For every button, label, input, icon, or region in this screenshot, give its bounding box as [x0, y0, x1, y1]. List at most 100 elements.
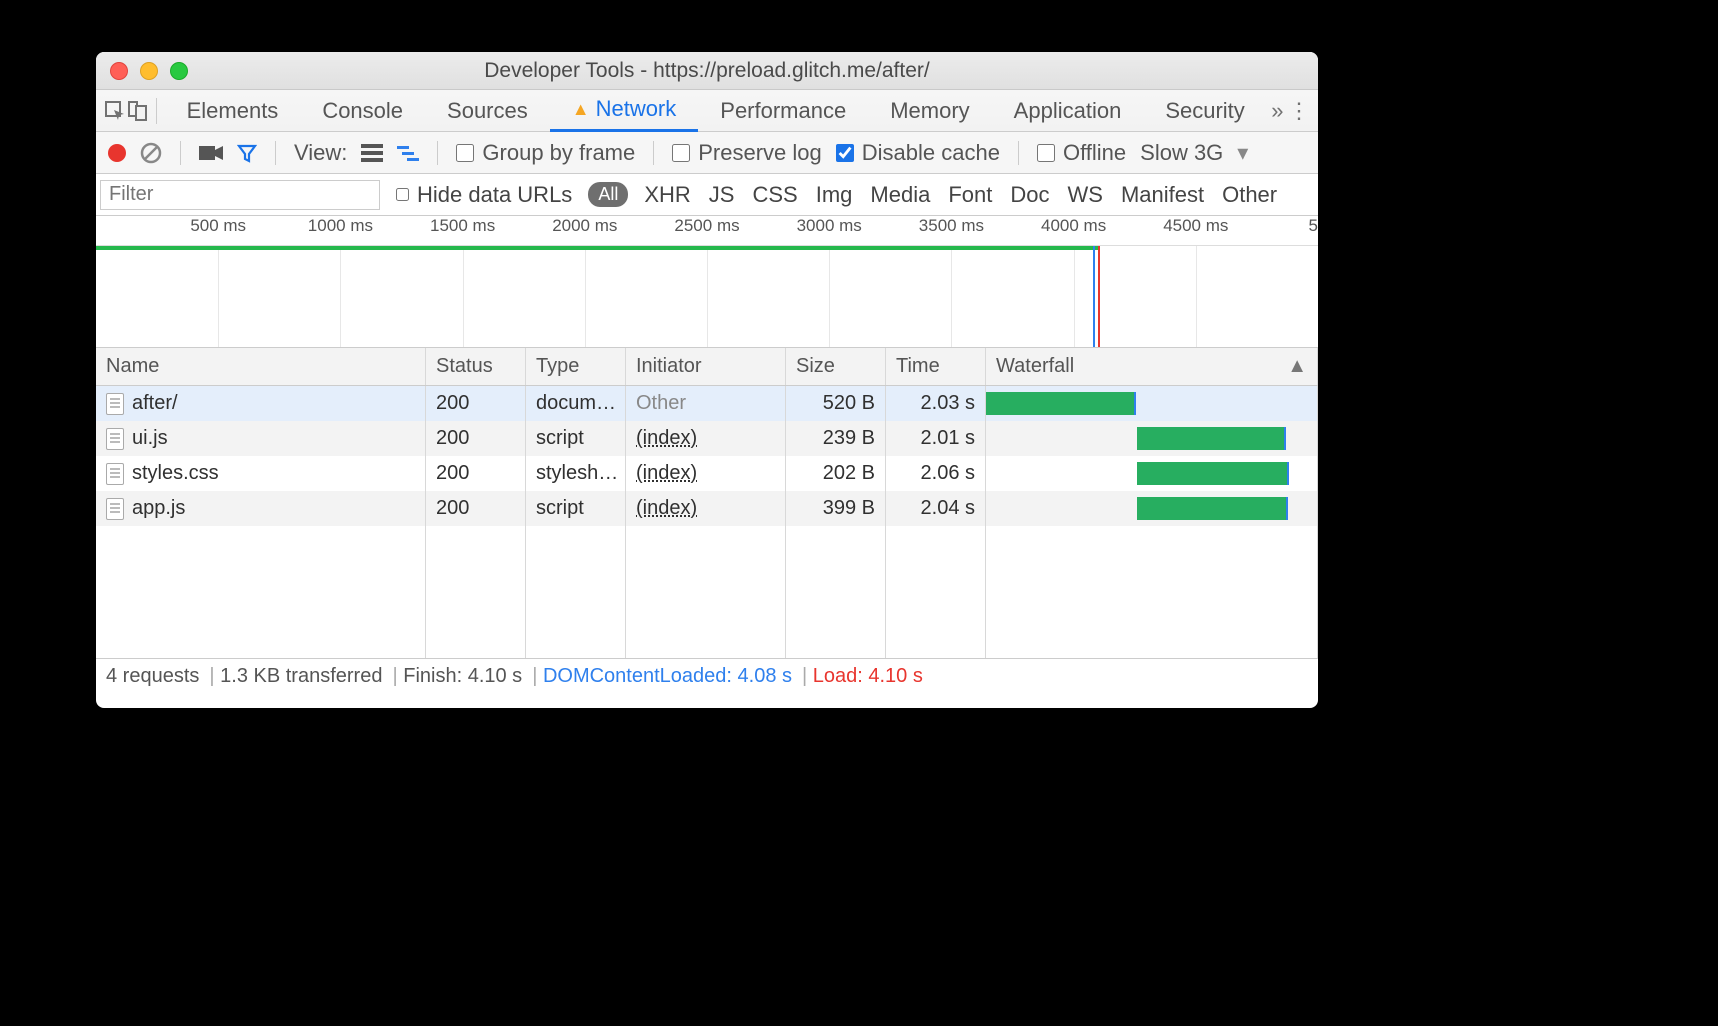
- request-initiator[interactable]: (index): [636, 497, 697, 520]
- request-name: after/: [132, 392, 178, 415]
- request-name: styles.css: [132, 462, 219, 485]
- separator: [437, 141, 438, 165]
- timeline-tick: 1500 ms: [430, 216, 495, 236]
- filter-type-all[interactable]: All: [588, 182, 628, 207]
- sort-asc-icon: ▲: [1287, 355, 1307, 378]
- disable-cache-checkbox[interactable]: Disable cache: [836, 140, 1000, 166]
- status-transferred: 1.3 KB transferred: [209, 665, 382, 688]
- status-finish: Finish: 4.10 s: [392, 665, 522, 688]
- filter-type-js[interactable]: JS: [709, 182, 735, 208]
- request-waterfall: [986, 386, 1318, 421]
- filter-type-media[interactable]: Media: [870, 182, 930, 208]
- filter-type-font[interactable]: Font: [948, 182, 992, 208]
- request-initiator[interactable]: (index): [636, 427, 697, 450]
- timeline-tick: 1000 ms: [308, 216, 373, 236]
- col-type[interactable]: Type: [526, 348, 626, 385]
- titlebar: Developer Tools - https://preload.glitch…: [96, 52, 1318, 90]
- request-initiator[interactable]: (index): [636, 462, 697, 485]
- timeline-tick: 500 ms: [190, 216, 246, 236]
- tab-network[interactable]: ▲Network: [550, 90, 699, 132]
- tab-application[interactable]: Application: [992, 90, 1144, 132]
- tab-memory[interactable]: Memory: [868, 90, 991, 132]
- filter-bar: Hide data URLs All XHR JS CSS Img Media Font D…: [96, 174, 1318, 216]
- col-size[interactable]: Size: [786, 348, 886, 385]
- request-size: 239 B: [786, 421, 886, 456]
- window-title: Developer Tools - https://preload.glitch…: [96, 59, 1318, 83]
- status-domcontentloaded: DOMContentLoaded: 4.08 s: [532, 665, 792, 688]
- request-size: 399 B: [786, 491, 886, 526]
- request-status: 200: [426, 386, 526, 421]
- request-name: app.js: [132, 497, 185, 520]
- filter-input[interactable]: [100, 180, 380, 210]
- timeline-tick: 3000 ms: [797, 216, 862, 236]
- request-type: stylesh…: [526, 456, 626, 491]
- domcontentloaded-marker: [1093, 246, 1095, 347]
- col-waterfall[interactable]: Waterfall ▲: [986, 348, 1318, 385]
- inspect-element-icon[interactable]: [104, 90, 126, 132]
- col-status[interactable]: Status: [426, 348, 526, 385]
- load-marker: [1098, 246, 1100, 347]
- request-status: 200: [426, 421, 526, 456]
- timeline-activity-bar: [96, 246, 1098, 250]
- request-waterfall: [986, 421, 1318, 456]
- request-size: 520 B: [786, 386, 886, 421]
- table-row[interactable]: styles.css 200stylesh… (index) 202 B2.06 s: [96, 456, 1318, 491]
- tab-console[interactable]: Console: [300, 90, 425, 132]
- filter-funnel-icon[interactable]: [237, 143, 257, 163]
- tab-sources[interactable]: Sources: [425, 90, 550, 132]
- timeline-tick: 2000 ms: [552, 216, 617, 236]
- device-toolbar-icon[interactable]: [126, 90, 148, 132]
- waterfall-bar: [1137, 462, 1289, 485]
- filter-type-img[interactable]: Img: [816, 182, 853, 208]
- timeline-tick: 2500 ms: [674, 216, 739, 236]
- table-row[interactable]: ui.js200script(index)239 B2.01 s: [96, 421, 1318, 456]
- request-time: 2.01 s: [886, 421, 986, 456]
- col-time[interactable]: Time: [886, 348, 986, 385]
- waterfall-overview-icon[interactable]: [397, 144, 419, 162]
- request-status: 200: [426, 491, 526, 526]
- group-by-frame-checkbox[interactable]: Group by frame: [456, 140, 635, 166]
- request-time: 2.06 s: [886, 456, 986, 491]
- waterfall-bar: [1137, 427, 1285, 450]
- hide-data-urls-checkbox[interactable]: Hide data URLs: [396, 182, 572, 208]
- tab-performance[interactable]: Performance: [698, 90, 868, 132]
- large-rows-icon[interactable]: [361, 144, 383, 162]
- file-icon: [106, 498, 124, 520]
- clear-icon[interactable]: [140, 142, 162, 164]
- table-row[interactable]: after/200docum…Other520 B2.03 s: [96, 386, 1318, 421]
- request-waterfall: [986, 491, 1318, 526]
- camera-icon[interactable]: [199, 144, 223, 162]
- filter-type-other[interactable]: Other: [1222, 182, 1277, 208]
- status-requests: 4 requests: [106, 665, 199, 688]
- filter-type-manifest[interactable]: Manifest: [1121, 182, 1204, 208]
- tab-separator: [156, 98, 157, 124]
- kebab-menu-icon[interactable]: ⋮: [1288, 90, 1310, 132]
- throttle-select[interactable]: Slow 3G: [1140, 140, 1223, 166]
- timeline-overview[interactable]: 500 ms 1000 ms 1500 ms 2000 ms 2500 ms 3000 m…: [96, 216, 1318, 348]
- record-button[interactable]: [108, 144, 126, 162]
- warning-icon: ▲: [572, 99, 590, 120]
- status-load: Load: 4.10 s: [802, 665, 923, 688]
- filter-type-css[interactable]: CSS: [752, 182, 797, 208]
- tab-elements[interactable]: Elements: [165, 90, 301, 132]
- request-type: script: [526, 421, 626, 456]
- offline-checkbox[interactable]: Offline: [1037, 140, 1126, 166]
- tab-security[interactable]: Security: [1143, 90, 1266, 132]
- timeline-tick: 4500 ms: [1163, 216, 1228, 236]
- filter-type-doc[interactable]: Doc: [1010, 182, 1049, 208]
- col-name[interactable]: Name: [96, 348, 426, 385]
- table-header: Name Status Type Initiator Size Time Wat…: [96, 348, 1318, 386]
- more-tabs-icon[interactable]: »: [1267, 90, 1288, 132]
- request-size: 202 B: [786, 456, 886, 491]
- filter-type-xhr[interactable]: XHR: [644, 182, 690, 208]
- preserve-log-checkbox[interactable]: Preserve log: [672, 140, 822, 166]
- request-status: 200: [426, 456, 526, 491]
- table-row[interactable]: app.js200script(index)399 B2.04 s: [96, 491, 1318, 526]
- request-time: 2.03 s: [886, 386, 986, 421]
- chevron-down-icon[interactable]: ▾: [1237, 140, 1248, 166]
- col-initiator[interactable]: Initiator: [626, 348, 786, 385]
- timeline-tick: 50: [1309, 216, 1318, 236]
- status-bar: 4 requests 1.3 KB transferred Finish: 4.…: [96, 658, 1318, 694]
- network-toolbar: View: Group by frame Preserve log Disabl…: [96, 132, 1318, 174]
- filter-type-ws[interactable]: WS: [1067, 182, 1102, 208]
